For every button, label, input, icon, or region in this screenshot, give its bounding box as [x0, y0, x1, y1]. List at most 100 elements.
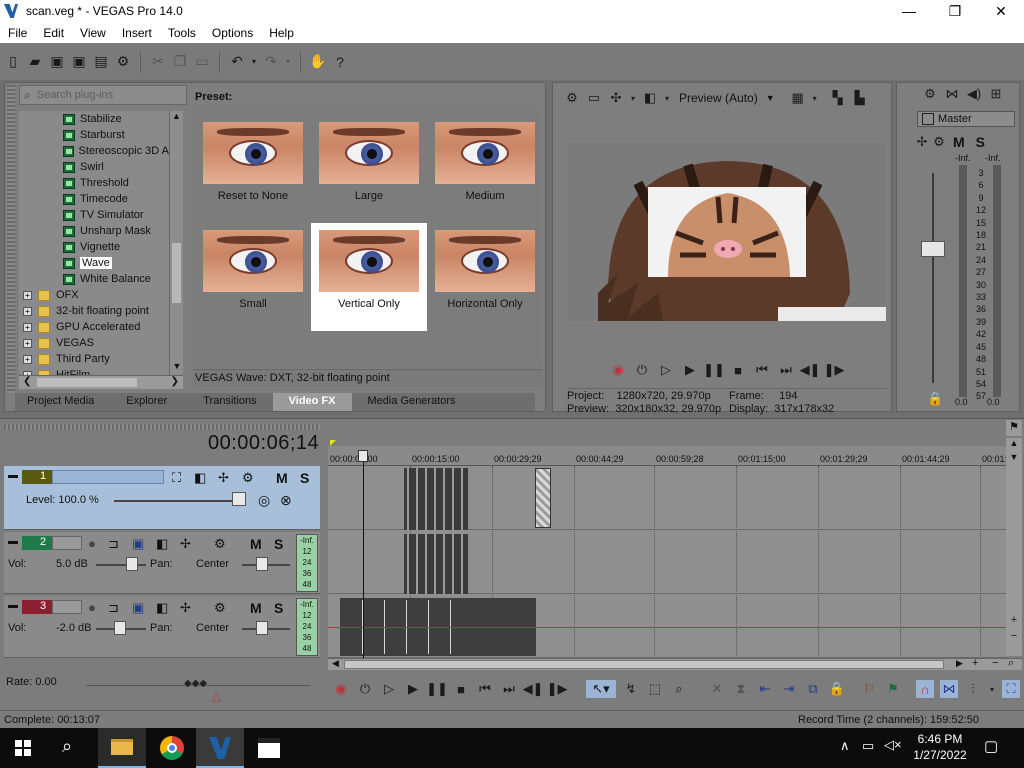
master-mute-button[interactable]: M	[953, 134, 965, 150]
selection-tool-icon[interactable]: ⬚	[646, 680, 664, 698]
master-properties-gear-icon[interactable]: ⚙	[921, 85, 939, 103]
scroll-right-arrow-icon[interactable]: ❯	[171, 376, 179, 387]
windows-start-icon[interactable]	[15, 740, 31, 756]
normal-edit-tool-icon[interactable]: ↖▾	[586, 680, 616, 698]
copy-snapshot-icon[interactable]: ▚	[829, 89, 847, 107]
compositing-mode-icon[interactable]: ⊗	[280, 492, 292, 509]
rate-slider-handle[interactable]: ◆◆◆	[184, 678, 207, 689]
track-header-audio-2[interactable]: ▬ 2 ● ⊐ ▣ ◧ ✢ ⚙ M S Vol: 5.0 dB Pan: Cen…	[4, 532, 320, 594]
network-icon[interactable]: ▭	[862, 738, 874, 754]
zoom-edit-tool-icon[interactable]: ⌕	[670, 680, 688, 698]
help-whats-this-icon[interactable]: ?	[331, 53, 349, 71]
pan-slider-knob[interactable]	[256, 557, 268, 571]
previous-frame-icon[interactable]: ◀❚	[800, 361, 821, 379]
track-solo-button[interactable]: S	[274, 536, 283, 552]
menu-help[interactable]: Help	[261, 26, 302, 40]
undo-icon[interactable]: ↶	[228, 53, 246, 71]
track-collapse-icon[interactable]: ▬	[8, 470, 18, 481]
overlays-dropdown-icon[interactable]: ▾	[811, 89, 819, 107]
record-icon[interactable]: ◉	[609, 361, 627, 379]
track-mute-button[interactable]: M	[276, 470, 288, 486]
track-header-video-1[interactable]: ▬ 1 ⛶ ◧ ✢ ⚙ M S Level: 100.0 % ◎ ⊗	[4, 466, 320, 530]
ripple-edit-icon[interactable]: ⫶	[964, 680, 982, 698]
tab-transitions[interactable]: Transitions	[187, 393, 272, 411]
input-monitor-icon[interactable]: ▣	[132, 536, 144, 552]
track-gear-icon[interactable]: ⚙	[214, 536, 226, 552]
plugin-tree-item[interactable]: + VEGAS	[19, 335, 169, 351]
track-insert-icon[interactable]: ✢	[180, 600, 191, 616]
preset-item[interactable]: Medium	[427, 115, 543, 223]
level-slider-knob[interactable]	[232, 492, 246, 506]
volume-muted-icon[interactable]: ◁×	[884, 737, 902, 753]
playhead-handle-icon[interactable]	[358, 450, 368, 462]
volume-slider-knob[interactable]	[126, 557, 138, 571]
zoom-tool-icon[interactable]: ⌕	[1008, 657, 1014, 670]
master-fx-gear-icon[interactable]: ⚙	[932, 133, 946, 151]
master-select-icon[interactable]	[922, 113, 934, 125]
trim-start-icon[interactable]: ⇤	[756, 680, 774, 698]
redo-dropdown-icon[interactable]: ▾	[284, 53, 292, 71]
external-monitor-icon[interactable]: ▭	[585, 89, 603, 107]
scroll-thumb[interactable]	[172, 243, 181, 303]
plugin-tree-item[interactable]: Wave	[19, 255, 169, 271]
vegas-taskbar-icon[interactable]	[196, 728, 244, 768]
zoom-in-horizontal-icon[interactable]: +	[972, 657, 978, 669]
close-button[interactable]: ✕	[978, 0, 1024, 22]
menu-tools[interactable]: Tools	[160, 26, 204, 40]
track-fx-icon[interactable]: ◧	[194, 470, 206, 486]
preset-item[interactable]: Large	[311, 115, 427, 223]
touch-hand-icon[interactable]: ✋	[309, 53, 327, 71]
tab-media-generators[interactable]: Media Generators	[352, 393, 472, 411]
save-as-icon[interactable]: ▣	[70, 53, 88, 71]
preset-item[interactable]: Vertical Only	[311, 223, 427, 331]
insert-region-icon[interactable]: ⚑	[884, 680, 902, 698]
trim-end-icon[interactable]: ⇥	[780, 680, 798, 698]
track-header-audio-3[interactable]: ▬ 3 ● ⊐ ▣ ◧ ✢ ⚙ M S Vol: -2.0 dB Pan: Ce…	[4, 596, 320, 658]
tab-explorer[interactable]: Explorer	[106, 393, 187, 411]
envelope-tool-icon[interactable]: ↯	[622, 680, 640, 698]
save-snapshot-icon[interactable]: ▙	[851, 89, 869, 107]
track-collapse-icon[interactable]: ▬	[8, 536, 18, 547]
track-name-field[interactable]	[52, 600, 82, 614]
render-icon[interactable]: ▤	[92, 53, 110, 71]
redo-icon[interactable]: ↷	[262, 53, 280, 71]
preset-item[interactable]: Small	[195, 223, 311, 331]
plugin-search-box[interactable]: ⌕ Search plug-ins	[19, 85, 187, 105]
plugin-tree-item[interactable]: Timecode	[19, 191, 169, 207]
master-fader-knob[interactable]	[921, 241, 945, 257]
h-scroll-left-icon[interactable]: ◀	[332, 658, 339, 669]
menu-file[interactable]: File	[0, 26, 35, 40]
timeline-vertical-scrollbar[interactable]: ▲ ▼ + −	[1006, 438, 1022, 656]
notifications-icon[interactable]: ▢	[984, 737, 998, 755]
plugin-tree-item[interactable]: + GPU Accelerated	[19, 319, 169, 335]
pause-icon[interactable]: ❚❚	[703, 361, 725, 379]
go-to-end-icon[interactable]: ⏭	[500, 680, 518, 698]
video-fx-icon[interactable]: ◧	[641, 89, 659, 107]
v-scroll-down-icon[interactable]: ▼	[1006, 452, 1022, 466]
stop-icon[interactable]: ■	[729, 361, 747, 379]
new-file-icon[interactable]: ▯	[4, 53, 22, 71]
plugin-tree-item[interactable]: Stabilize	[19, 111, 169, 127]
record-icon[interactable]: ◉	[332, 680, 350, 698]
expand-plus-icon[interactable]: +	[23, 338, 32, 348]
file-explorer-icon[interactable]	[98, 728, 146, 768]
audio-clip[interactable]	[404, 534, 468, 594]
play-icon[interactable]: ▶	[404, 680, 422, 698]
timeline-grip[interactable]	[4, 424, 320, 430]
lock-icon[interactable]: 🔒	[828, 680, 846, 698]
track-gear-icon[interactable]: ⚙	[214, 600, 226, 616]
master-insert-icon[interactable]: ✢	[915, 133, 929, 151]
properties-gear-icon[interactable]: ⚙	[114, 53, 132, 71]
chrome-icon[interactable]	[160, 736, 184, 760]
save-icon[interactable]: ▣	[48, 53, 66, 71]
video-clip-short[interactable]	[535, 468, 551, 528]
auto-crossfade-icon[interactable]: ⋈	[940, 680, 958, 698]
expand-plus-icon[interactable]: +	[23, 322, 32, 332]
go-to-start-icon[interactable]: ⏮	[753, 361, 771, 379]
tab-video-fx[interactable]: Video FX	[272, 393, 352, 411]
expand-plus-icon[interactable]: +	[23, 354, 32, 364]
input-monitor-icon[interactable]: ▣	[132, 600, 144, 616]
track-name-field[interactable]	[52, 470, 164, 484]
trim-icon[interactable]: ⧗	[732, 680, 750, 698]
pause-icon[interactable]: ❚❚	[426, 680, 448, 698]
